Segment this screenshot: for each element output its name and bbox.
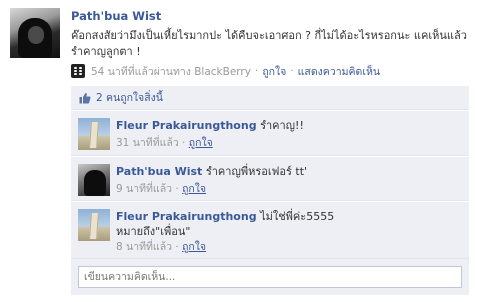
commenter-avatar[interactable] [78,118,110,150]
commenter-name[interactable]: Fleur Prakairungthong [116,119,257,132]
comment-time: 9 นาทีที่แล้ว [116,183,173,195]
commenter-name[interactable]: Fleur Prakairungthong [116,210,257,223]
meta-separator: · [254,65,259,77]
comment-text: ไม่ใช่พี่ค่ะ5555 [260,210,335,223]
comment-text: รำคาญ!! [260,119,304,132]
commenter-avatar[interactable] [78,209,110,241]
comment-time: 31 นาทีที่แล้ว [116,137,179,149]
commenter-avatar[interactable] [78,164,110,196]
author-avatar[interactable] [10,8,60,58]
author-name[interactable]: Path'bua Wist [71,9,161,23]
comment-text: รำคาญพี่หรอเฟอร์ tt' [205,165,308,178]
meta-separator: · [290,65,294,77]
comment-like-link[interactable]: ถูกใจ [182,241,206,253]
thumbs-up-icon [79,92,91,103]
comment-item: Fleur Prakairungthong รำคาญ!! 31 นาทีที่… [71,111,469,156]
post-comment-link[interactable]: แสดงความคิดเห็น [298,63,380,80]
post-time: 54 นาทีที่แล้วผ่านทาง BlackBerry [91,65,251,78]
commenter-name[interactable]: Path'bua Wist [116,165,202,178]
comment-composer [71,259,469,295]
comment-input[interactable] [78,266,462,288]
likes-row: 2 คนถูกใจสิ่งนี้ [71,86,469,110]
comment-text-line2: หมายถึง"เพื่อน" [116,225,191,238]
post-meta: 54 นาทีที่แล้วผ่านทาง BlackBerry · ถูกใจ… [71,64,380,78]
blackberry-icon [71,64,85,78]
comment-like-link[interactable]: ถูกใจ [189,137,213,149]
feed-story: Path'bua Wist ค๊อกสงสัยว่ามึงเป็นเหี้ยไร… [0,0,492,302]
comment-item: Path'bua Wist รำคาญพี่หรอเฟอร์ tt' 9 นาท… [71,157,469,201]
post-message: ค๊อกสงสัยว่ามึงเป็นเหี้ยไรมากปะ ได้คืบจะ… [71,29,467,58]
likes-count-link[interactable]: 2 คนถูกใจสิ่งนี้ [96,89,163,106]
comment-time: 8 นาทีที่แล้ว [116,241,173,253]
comment-like-link[interactable]: ถูกใจ [182,183,206,195]
comment-item: Fleur Prakairungthong ไม่ใช่พี่ค่ะ5555 ห… [71,202,469,259]
post-like-link[interactable]: ถูกใจ [262,63,286,80]
